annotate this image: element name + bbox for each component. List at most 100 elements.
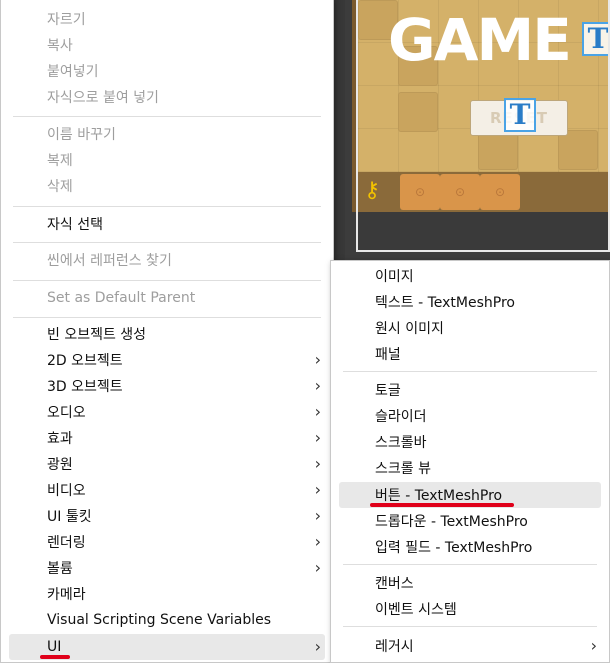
menu-item-label: 씬에서 레퍼런스 찾기 [47,253,172,269]
annotation-underline-ui [40,655,70,659]
menu-item-select-children[interactable]: 자식 선택 [9,211,325,237]
menu-item-visual-scripting-variables[interactable]: Visual Scripting Scene Variables [9,607,325,633]
submenu-item-raw-image[interactable]: 원시 이미지 [339,315,601,341]
menu-item-label: 드롭다운 - TextMeshPro [375,514,528,530]
menu-item-label: 2D 오브젝트 [47,353,123,369]
submenu-item-image[interactable]: 이미지 [339,263,601,289]
menu-item-label: 빈 오브젝트 생성 [47,327,147,343]
menu-item-label: UI 툴킷 [47,509,92,525]
chevron-right-icon: › [314,376,321,395]
menu-separator [13,317,321,318]
game-block: ⊙ [440,174,480,210]
menu-item-label: 이미지 [375,269,414,285]
menu-separator [343,626,597,627]
menu-item-label: 자식 선택 [47,217,103,233]
menu-item-label: 원시 이미지 [375,321,444,337]
submenu-item-input-field-tmp[interactable]: 입력 필드 - TextMeshPro [339,534,601,560]
chevron-right-icon: › [590,636,597,655]
game-block: ⊙ [400,174,440,210]
annotation-underline-button-tmp [370,503,514,507]
menu-separator [343,564,597,565]
menu-item-label: 자르기 [47,12,86,28]
menu-item-label: 스크롤 뷰 [375,461,431,477]
menu-item-label: 이름 바꾸기 [47,127,116,143]
submenu-item-canvas[interactable]: 캔버스 [339,570,601,596]
menu-item-label: UI [47,639,62,655]
menu-item-volume[interactable]: 볼륨 › [9,555,325,581]
chevron-right-icon: › [314,402,321,421]
menu-item-label: 효과 [47,431,73,447]
chevron-right-icon: › [314,454,321,473]
menu-item-label: 삭제 [47,179,73,195]
menu-item-find-references[interactable]: 씬에서 레퍼런스 찾기 [9,247,325,273]
menu-item-label: 패널 [375,347,401,363]
menu-item-3d-object[interactable]: 3D 오브젝트 › [9,373,325,399]
game-block: ⊙ [480,174,520,210]
menu-item-paste[interactable]: 붙여넣기 [9,58,325,84]
menu-item-create-empty[interactable]: 빈 오브젝트 생성 [9,321,325,347]
menu-item-label: Set as Default Parent [47,290,196,306]
menu-item-label: 버튼 - TextMeshPro [375,488,503,504]
menu-item-2d-object[interactable]: 2D 오브젝트 › [9,347,325,373]
menu-item-effects[interactable]: 효과 › [9,425,325,451]
menu-item-rename[interactable]: 이름 바꾸기 [9,121,325,147]
menu-item-paste-as-child[interactable]: 자식으로 붙여 넣기 [9,84,325,110]
menu-item-audio[interactable]: 오디오 › [9,399,325,425]
menu-item-video[interactable]: 비디오 › [9,477,325,503]
menu-item-label: 복사 [47,38,73,54]
chevron-right-icon: › [314,532,321,551]
textmeshpro-icon: T [504,98,536,132]
menu-item-label: 스크롤바 [375,435,427,451]
menu-item-camera[interactable]: 카메라 [9,581,325,607]
menu-item-rendering[interactable]: 렌더링 › [9,529,325,555]
submenu-item-text-tmp[interactable]: 텍스트 - TextMeshPro [339,289,601,315]
menu-item-label: 3D 오브젝트 [47,379,123,395]
menu-item-label: 자식으로 붙여 넣기 [47,90,159,106]
game-view: GAME T RESET T ⚷ ⊙ ⊙ ⊙ [356,0,610,252]
menu-item-label: 토글 [375,383,401,399]
menu-item-delete[interactable]: 삭제 [9,173,325,199]
menu-separator [13,242,321,243]
menu-item-label: 복제 [47,153,73,169]
menu-item-label: 오디오 [47,405,86,421]
menu-item-label: 카메라 [47,587,86,603]
chevron-right-icon: › [314,350,321,369]
menu-separator [13,116,321,117]
hierarchy-context-menu: 자르기 복사 붙여넣기 자식으로 붙여 넣기 이름 바꾸기 복제 삭제 자식 선… [0,0,334,663]
menu-separator [13,280,321,281]
game-floor-shadow [358,212,608,250]
menu-item-label: 입력 필드 - TextMeshPro [375,540,533,556]
key-icon: ⚷ [364,178,381,203]
submenu-item-panel[interactable]: 패널 [339,341,601,367]
chevron-right-icon: › [314,637,321,656]
menu-item-label: 비디오 [47,483,86,499]
game-tile [478,130,518,170]
menu-item-label: 텍스트 - TextMeshPro [375,295,515,311]
menu-item-label: 슬라이더 [375,409,427,425]
menu-item-label: 렌더링 [47,535,86,551]
menu-item-ui-toolkit[interactable]: UI 툴킷 › [9,503,325,529]
menu-item-light[interactable]: 광원 › [9,451,325,477]
menu-item-duplicate[interactable]: 복제 [9,147,325,173]
menu-item-label: 캔버스 [375,576,414,592]
chevron-right-icon: › [314,428,321,447]
submenu-item-legacy[interactable]: 레거시 › [339,633,601,659]
menu-separator [343,371,597,372]
game-tile [398,92,438,132]
chevron-right-icon: › [314,506,321,525]
menu-item-label: Visual Scripting Scene Variables [47,612,272,628]
menu-item-copy[interactable]: 복사 [9,32,325,58]
submenu-item-scrollbar[interactable]: 스크롤바 [339,429,601,455]
game-title: GAME [388,6,572,74]
menu-item-cut[interactable]: 자르기 [9,6,325,32]
game-tile [558,130,598,170]
chevron-right-icon: › [314,480,321,499]
submenu-item-slider[interactable]: 슬라이더 [339,403,601,429]
chevron-right-icon: › [314,558,321,577]
submenu-item-event-system[interactable]: 이벤트 시스템 [339,596,601,622]
menu-item-set-default-parent[interactable]: Set as Default Parent [9,285,325,311]
menu-item-label: 볼륨 [47,561,73,577]
submenu-item-scroll-view[interactable]: 스크롤 뷰 [339,455,601,481]
submenu-item-toggle[interactable]: 토글 [339,377,601,403]
submenu-item-dropdown-tmp[interactable]: 드롭다운 - TextMeshPro [339,508,601,534]
